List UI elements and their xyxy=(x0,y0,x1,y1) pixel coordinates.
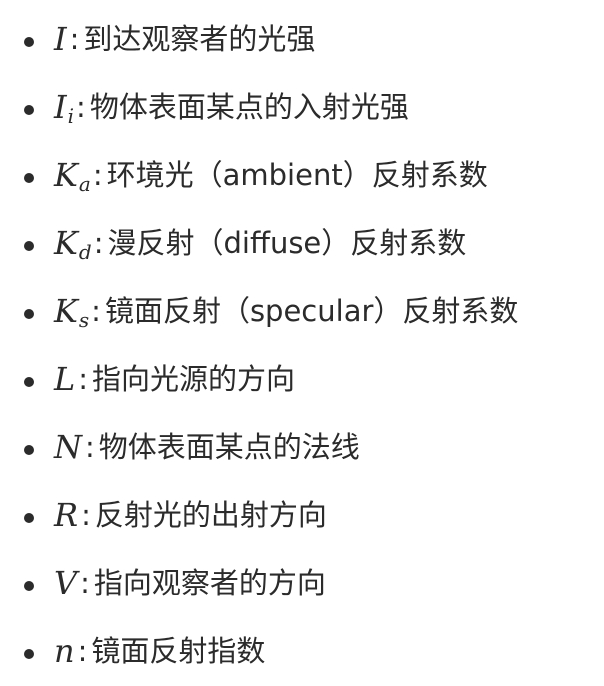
math-symbol: L xyxy=(54,360,76,398)
bullet-dot xyxy=(24,309,34,319)
bullet-dot xyxy=(24,105,34,115)
colon-separator: : xyxy=(91,293,101,328)
symbol-description: 反射光的出射方向 xyxy=(94,497,327,532)
bullet-dot xyxy=(24,377,34,387)
math-symbol: R xyxy=(54,496,79,534)
colon-separator: : xyxy=(80,565,90,600)
symbol-description: 指向观察者的方向 xyxy=(93,565,326,600)
colon-separator: : xyxy=(69,21,80,56)
symbol-description: 镜面反射指数 xyxy=(91,633,266,668)
colon-separator: : xyxy=(81,497,91,532)
math-symbol: I xyxy=(54,20,67,58)
symbol-description: 镜面反射（specular）反射系数 xyxy=(104,293,519,328)
bullet-dot xyxy=(24,241,34,251)
math-symbol: I xyxy=(54,88,67,126)
math-symbol: N xyxy=(54,428,82,466)
list-item: R: 反射光的出射方向 xyxy=(0,481,604,549)
list-item: V: 指向观察者的方向 xyxy=(0,549,604,617)
list-item: L: 指向光源的方向 xyxy=(0,345,604,413)
bullet-dot xyxy=(24,649,34,659)
colon-separator: : xyxy=(92,157,103,192)
list-item: Ii: 物体表面某点的入射光强 xyxy=(0,73,604,141)
symbol-description: 物体表面某点的法线 xyxy=(98,429,360,464)
math-symbol: n xyxy=(54,632,75,670)
math-symbol: V xyxy=(54,564,78,602)
math-symbol: K xyxy=(54,292,78,330)
colon-separator: : xyxy=(85,429,95,464)
bullet-dot xyxy=(24,37,34,47)
list-item: Kd: 漫反射（diffuse）反射系数 xyxy=(0,209,604,277)
bullet-dot xyxy=(24,513,34,523)
colon-separator: : xyxy=(93,225,104,260)
math-symbol: K xyxy=(54,224,78,262)
list-item: Ka: 环境光（ambient）反射系数 xyxy=(0,141,604,209)
list-item: N: 物体表面某点的法线 xyxy=(0,413,604,481)
colon-separator: : xyxy=(77,633,88,668)
math-subscript: d xyxy=(78,240,92,264)
math-subscript: s xyxy=(78,308,90,332)
bullet-dot xyxy=(24,173,34,183)
symbol-description: 物体表面某点的入射光强 xyxy=(89,89,409,124)
symbol-description: 到达观察者的光强 xyxy=(83,21,316,56)
bullet-dot xyxy=(24,445,34,455)
list-item: n: 镜面反射指数 xyxy=(0,617,604,685)
list-item: I: 到达观察者的光强 xyxy=(0,5,604,73)
bullet-dot xyxy=(24,581,34,591)
list-item: Ks: 镜面反射（specular）反射系数 xyxy=(0,277,604,345)
math-symbol: K xyxy=(54,156,78,194)
colon-separator: : xyxy=(78,361,89,396)
math-subscript: a xyxy=(78,172,91,196)
colon-separator: : xyxy=(76,89,86,124)
symbol-description: 指向光源的方向 xyxy=(92,361,296,396)
symbol-description: 漫反射（diffuse）反射系数 xyxy=(107,225,467,260)
symbol-description: 环境光（ambient）反射系数 xyxy=(106,157,488,192)
symbol-definition-list: I: 到达观察者的光强 Ii: 物体表面某点的入射光强 Ka: 环境光（ambient… xyxy=(0,5,604,685)
math-subscript: i xyxy=(67,104,75,128)
